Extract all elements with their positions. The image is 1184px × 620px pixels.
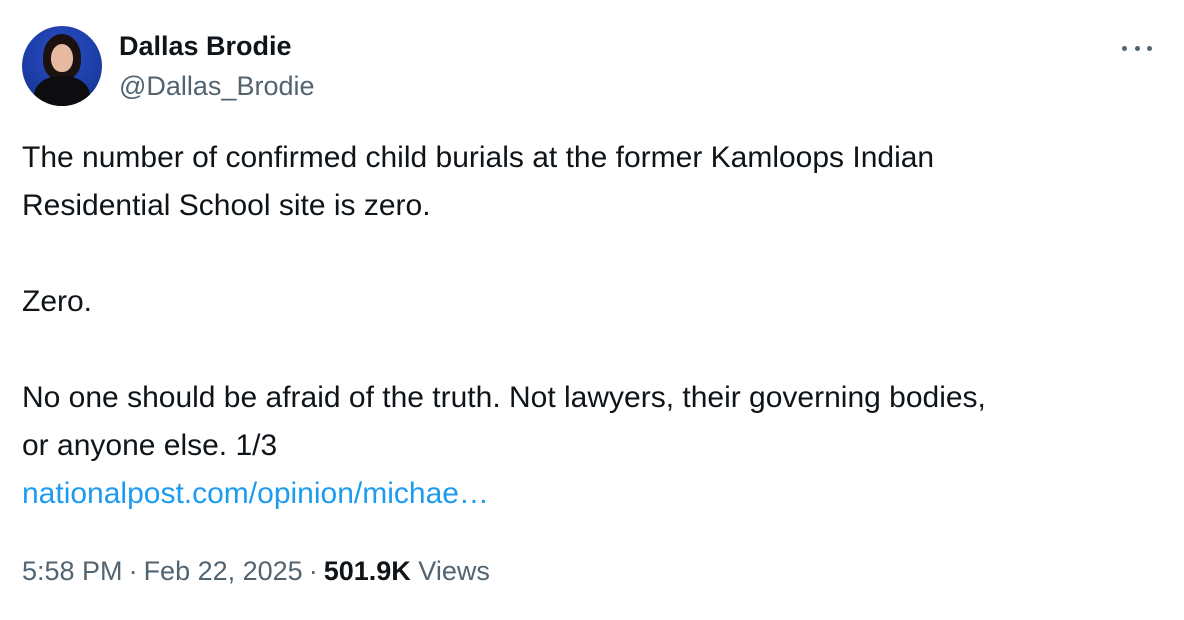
- tweet-meta: 5:58 PM · Feb 22, 2025 · 501.9K Views: [22, 552, 490, 590]
- author-names: Dallas Brodie @Dallas_Brodie: [119, 29, 315, 103]
- tweet-text-line: or anyone else. 1/3: [22, 429, 278, 462]
- tweet-spacer: [22, 326, 1162, 374]
- author-handle[interactable]: @Dallas_Brodie: [119, 69, 315, 103]
- tweet-header: Dallas Brodie @Dallas_Brodie: [22, 26, 315, 106]
- avatar-face: [51, 44, 73, 72]
- views-count[interactable]: 501.9K: [324, 556, 411, 586]
- tweet-text: The number of confirmed child burials at…: [22, 134, 1162, 518]
- tweet-card: Dallas Brodie @Dallas_Brodie The number …: [0, 0, 1184, 620]
- tweet-text-line: Residential School site is zero.: [22, 189, 431, 222]
- more-dot: [1122, 45, 1127, 51]
- avatar[interactable]: [22, 26, 102, 106]
- meta-separator: ·: [128, 556, 138, 586]
- article-link[interactable]: nationalpost.com/opinion/michae…: [22, 477, 489, 510]
- more-options-icon[interactable]: [1120, 38, 1154, 58]
- author-display-name[interactable]: Dallas Brodie: [119, 29, 315, 63]
- tweet-text-line: The number of confirmed child burials at…: [22, 141, 935, 174]
- more-dot: [1134, 45, 1140, 51]
- tweet-time[interactable]: 5:58 PM: [22, 556, 123, 586]
- avatar-body: [34, 76, 90, 106]
- tweet-spacer: [22, 230, 1162, 278]
- tweet-text-line: Zero.: [22, 285, 93, 318]
- meta-separator: ·: [308, 556, 318, 586]
- tweet-text-line: No one should be afraid of the truth. No…: [22, 381, 986, 414]
- more-dot: [1147, 45, 1152, 51]
- views-label: Views: [418, 556, 490, 586]
- tweet-date[interactable]: Feb 22, 2025: [144, 556, 303, 586]
